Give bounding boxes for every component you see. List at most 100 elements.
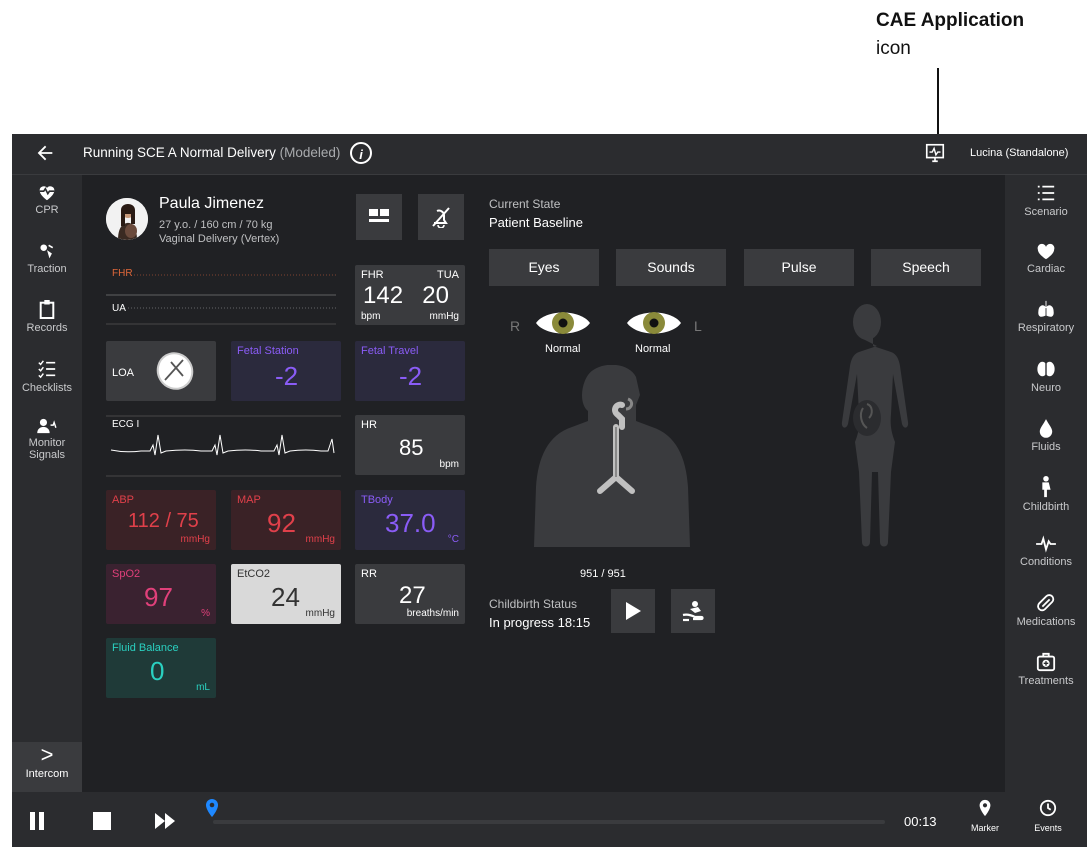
monitor-signals-icon [37,418,57,434]
cae-application-icon[interactable] [924,142,946,164]
spo2-unit: % [201,608,210,619]
fluid-balance-tile[interactable]: Fluid Balance 0 mL [106,638,216,698]
hr-tile[interactable]: HR 85 bpm [355,415,465,475]
timeline-track[interactable] [213,820,885,824]
current-state-value: Patient Baseline [489,215,583,230]
clipboard-icon [39,300,55,319]
sidebar-item-traction[interactable]: Traction [12,242,82,275]
user-label[interactable]: Lucina (Standalone) [970,147,1068,159]
tab-eyes[interactable]: Eyes [489,249,599,286]
fast-forward-icon[interactable] [154,812,176,830]
intercom-button[interactable]: > Intercom [12,742,82,792]
sidebar-item-records[interactable]: Records [12,299,82,334]
map-pin-icon [979,799,991,817]
pause-icon[interactable] [29,812,47,830]
abp-value: 112 / 75 [128,510,199,532]
spo2-tile[interactable]: SpO2 97 % [106,564,216,624]
map-tile[interactable]: MAP 92 mmHg [231,490,341,550]
patient-delivery-type: Vaginal Delivery (Vertex) [159,233,280,245]
childbirth-deliver-button[interactable] [671,589,715,633]
sidebar-item-label: Checklists [21,382,73,394]
childbirth-play-button[interactable] [611,589,655,633]
fetal-travel-value: -2 [399,361,423,391]
app-window: Running SCE A Normal Delivery (Modeled) … [12,134,1087,847]
list-icon [1037,185,1055,201]
tab-sounds[interactable]: Sounds [616,249,726,286]
checklist-icon [38,360,56,379]
stop-icon[interactable] [93,812,111,830]
rr-tile[interactable]: RR 27 breaths/min [355,564,465,624]
sidebar-item-conditions[interactable]: Conditions [1005,535,1087,568]
tab-pulse[interactable]: Pulse [744,249,854,286]
sidebar-item-label: Scenario [1024,206,1068,218]
sidebar-item-label: Fluids [1031,441,1061,453]
bell-off-icon [432,207,450,229]
right-eye-icon[interactable] [534,305,592,341]
main-panel: Paula Jimenez 27 y.o. / 160 cm / 70 kg V… [82,175,1005,792]
sidebar-item-neuro[interactable]: Neuro [1005,359,1087,394]
layout-button[interactable] [356,194,402,240]
childbirth-status-heading: Childbirth Status [489,597,578,611]
sidebar-item-respiratory[interactable]: Respiratory [1005,299,1087,334]
ecg-waveform [106,415,341,477]
tab-speech[interactable]: Speech [871,249,981,286]
abp-tile[interactable]: ABP 112 / 75 mmHg [106,490,216,550]
events-button[interactable]: Events [1026,799,1070,833]
left-eye-icon[interactable] [625,305,683,341]
heart-pulse-icon [39,186,55,201]
sidebar-item-monitor-signals[interactable]: Monitor Signals [12,418,82,461]
layout-icon [369,209,389,222]
fetal-station-tile[interactable]: Fetal Station -2 [231,341,341,401]
sidebar-item-checklists[interactable]: Checklists [12,359,82,394]
sidebar-item-medications[interactable]: Medications [1005,593,1087,628]
tua-label: TUA [437,269,459,281]
top-bar: Running SCE A Normal Delivery (Modeled) … [12,134,1087,175]
right-sidebar: Scenario Cardiac Respiratory Neuro Fluid… [1005,175,1087,792]
clock-icon [1039,799,1057,817]
sidebar-item-cardiac[interactable]: Cardiac [1005,242,1087,275]
alarm-mute-button[interactable] [418,194,464,240]
scenario-mode: (Modeled) [279,145,341,160]
fhr-value: 142 [363,282,404,309]
airway-count: 951 / 951 [580,568,626,580]
etco2-tile[interactable]: EtCO2 24 mmHg [231,564,341,624]
left-sidebar: CPR Traction Records Checklists Monitor … [12,175,82,792]
fhr-unit: bpm [361,311,381,322]
hr-value: 85 [399,435,424,460]
tbody-unit: °C [447,534,459,545]
pulse-icon [1036,535,1056,553]
marker-label: Marker [970,823,999,833]
marker-button[interactable]: Marker [965,799,1005,833]
etco2-label: EtCO2 [237,568,271,580]
etco2-value: 24 [271,582,300,612]
first-aid-icon [1036,652,1056,672]
sidebar-item-label: Respiratory [1017,322,1075,334]
right-eye-status: Normal [545,343,581,355]
loa-tile[interactable]: LOA [106,341,216,401]
sidebar-item-cpr[interactable]: CPR [12,183,82,216]
abp-label: ABP [112,494,135,506]
patient-avatar[interactable] [106,198,148,240]
sidebar-item-label: Childbirth [1022,501,1070,513]
heart-icon [1037,243,1055,260]
tbody-label: TBody [361,494,393,506]
timeline-marker-icon[interactable] [205,798,219,818]
sidebar-item-childbirth[interactable]: Childbirth [1005,476,1087,513]
callout-subtitle: icon [876,38,911,59]
playback-bar: 00:13 Marker Events [12,792,1087,847]
back-arrow-icon[interactable] [34,142,56,164]
fhr-tua-tile[interactable]: FHR TUA 142 20 bpm mmHg [355,265,465,325]
sidebar-item-treatments[interactable]: Treatments [1005,652,1087,687]
spo2-label: SpO2 [112,568,141,580]
tbody-tile[interactable]: TBody 37.0 °C [355,490,465,550]
left-eye-letter: L [694,318,702,334]
play-icon [626,602,641,620]
body-diagram[interactable] [815,300,919,570]
info-icon[interactable]: i [350,142,372,164]
airway-diagram[interactable] [530,365,690,565]
sidebar-item-scenario[interactable]: Scenario [1005,183,1087,218]
hr-label: HR [361,419,377,431]
sidebar-item-fluids[interactable]: Fluids [1005,418,1087,453]
fluid-balance-label: Fluid Balance [112,642,179,654]
fetal-travel-tile[interactable]: Fetal Travel -2 [355,341,465,401]
